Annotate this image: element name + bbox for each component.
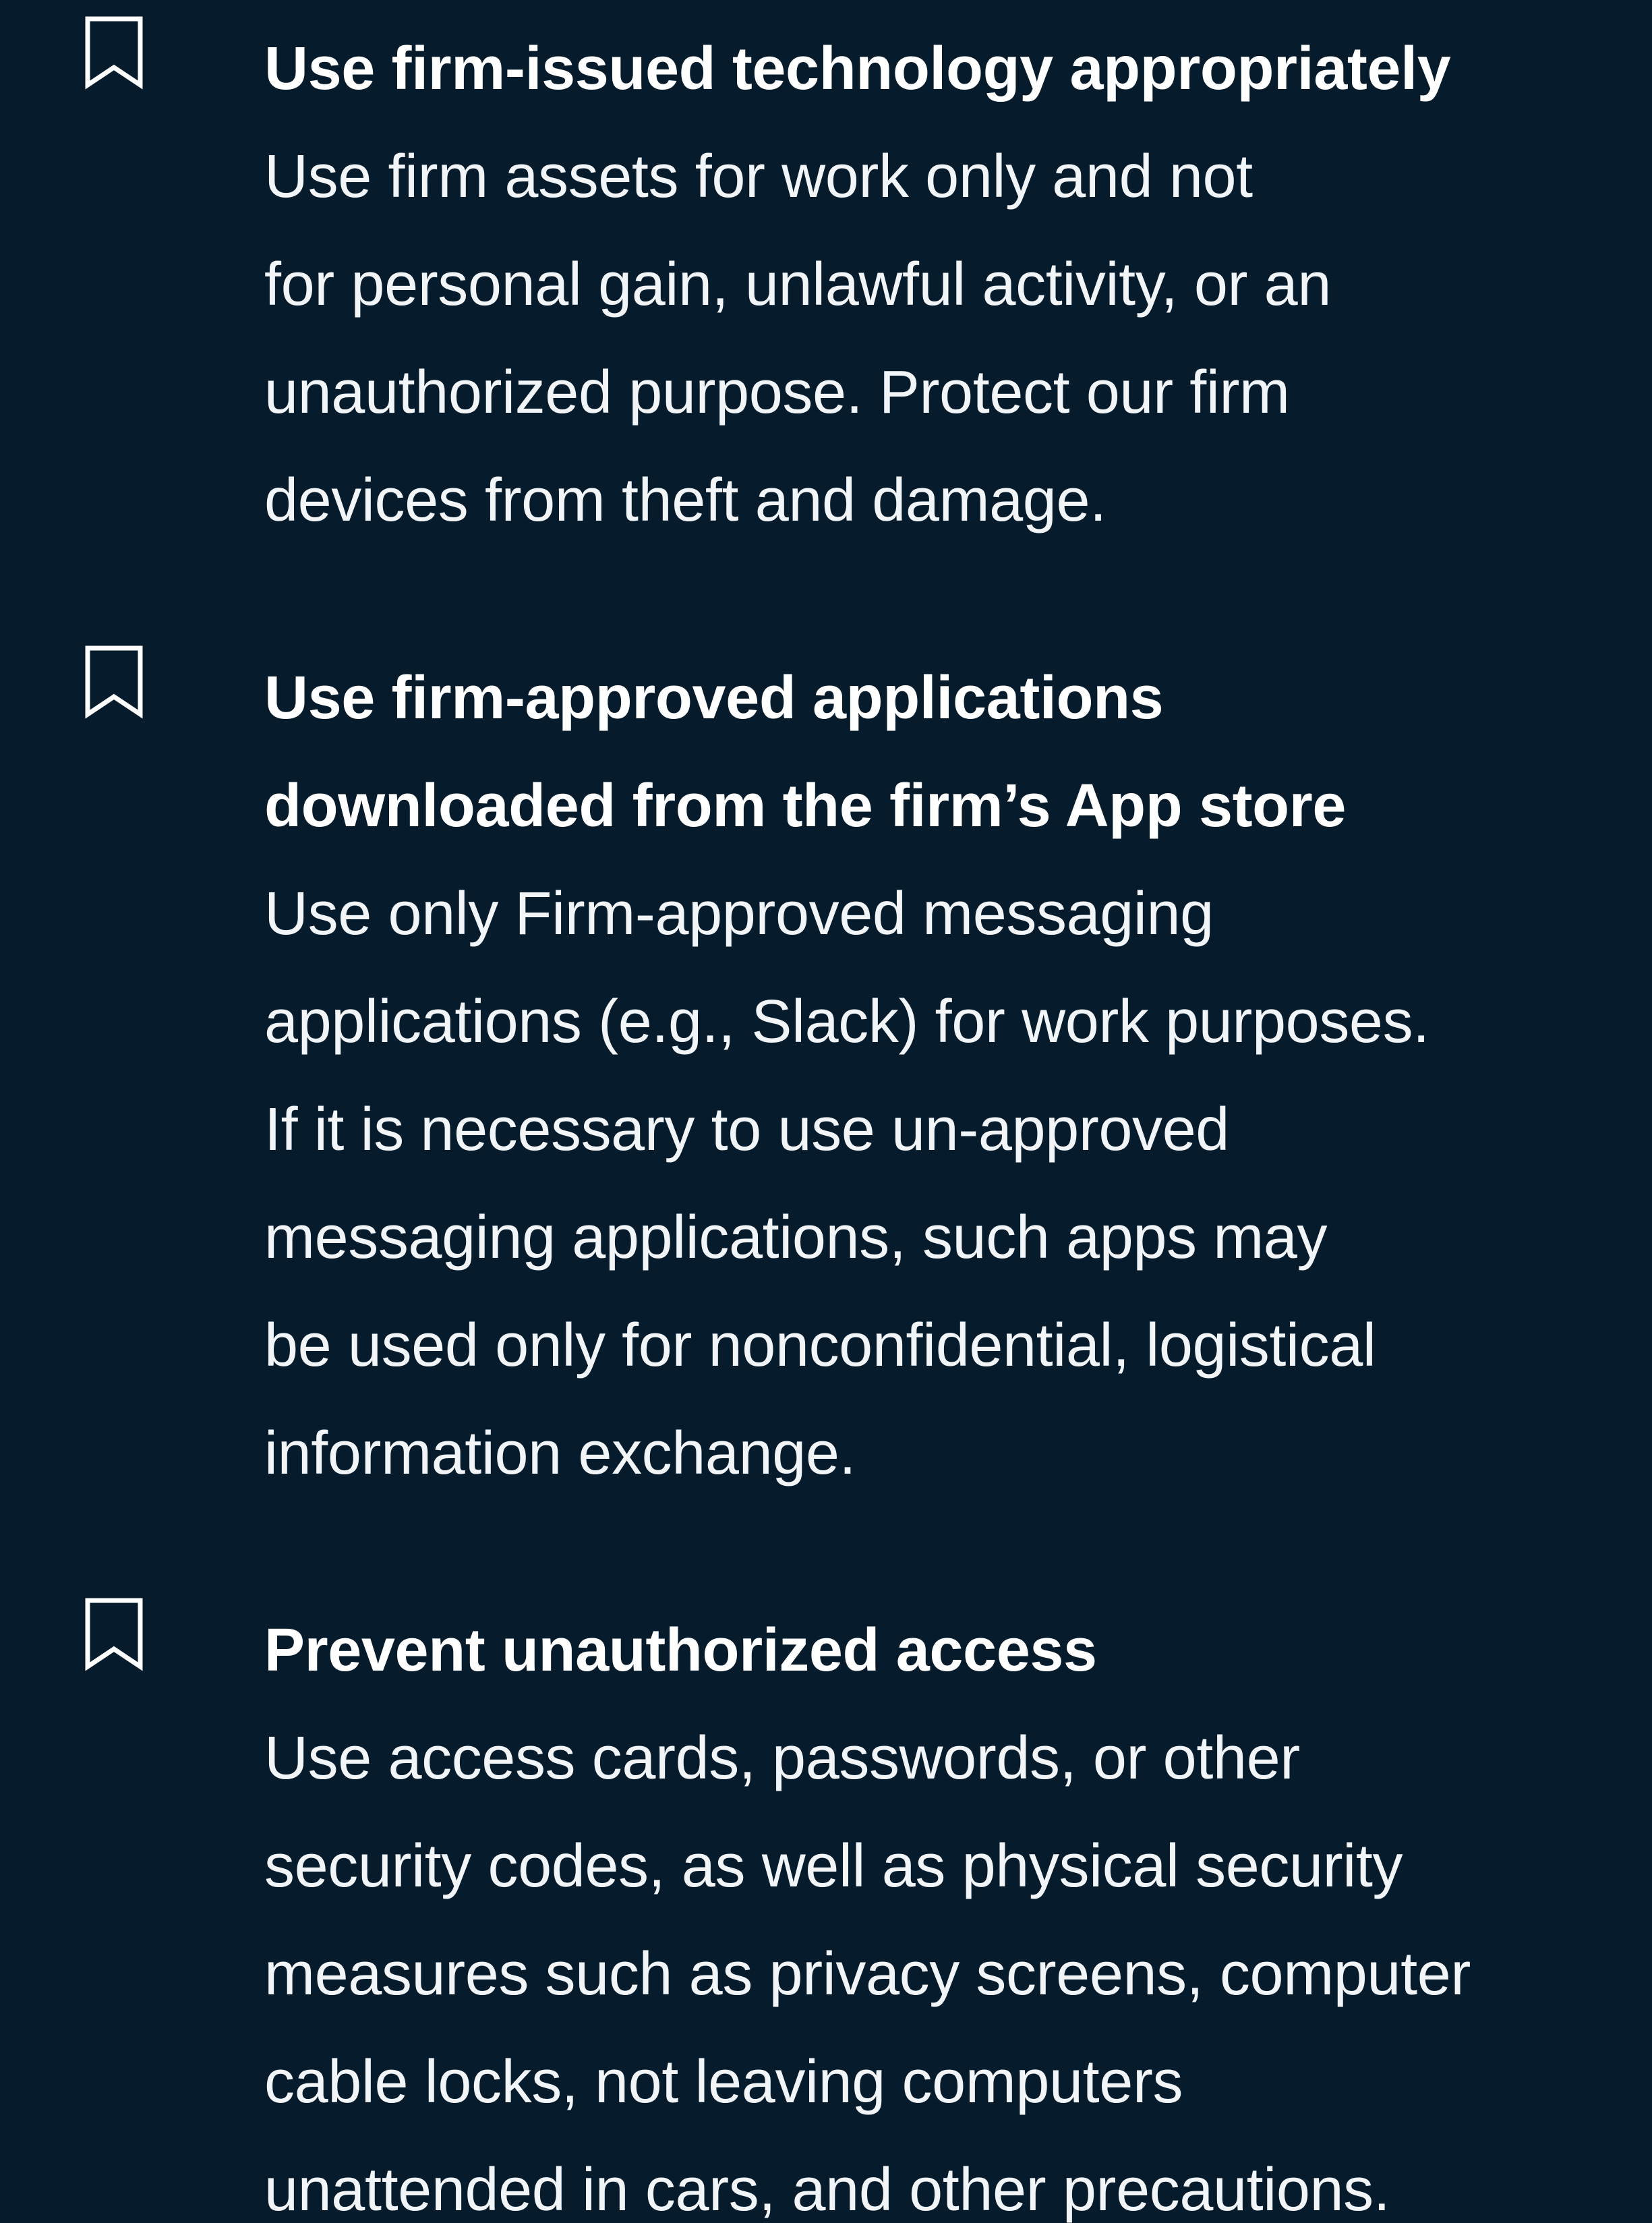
policy-item-text: Use firm-issued technology appropriately… xyxy=(264,15,1620,554)
policy-item-text: Prevent unauthorized access Use access c… xyxy=(264,1596,1620,2223)
policy-body-line: messaging applications, such apps may xyxy=(264,1204,1328,1271)
policy-heading: Use firm-issued technology appropriately xyxy=(264,35,1451,103)
policy-body-line: applications (e.g., Slack) for work purp… xyxy=(264,988,1429,1056)
policy-body-line: Use access cards, passwords, or other xyxy=(264,1725,1300,1792)
policy-body-line: Use firm assets for work only and not xyxy=(264,143,1253,210)
policy-heading: Use firm-approved applications xyxy=(264,664,1164,732)
policy-body-line: be used only for nonconfidential, logist… xyxy=(264,1312,1376,1379)
policy-body-line: devices from theft and damage. xyxy=(264,467,1107,534)
policy-body-line: unauthorized purpose. Protect our firm xyxy=(264,359,1290,426)
policy-item-text: Use firm-approved applications downloade… xyxy=(264,644,1620,1507)
bookmark-icon[interactable] xyxy=(84,15,144,90)
policy-body-line: information exchange. xyxy=(264,1420,856,1487)
policy-body-line: for personal gain, unlawful activity, or… xyxy=(264,251,1331,318)
policy-body-line: security codes, as well as physical secu… xyxy=(264,1832,1403,1900)
policy-list: Use firm-issued technology appropriately… xyxy=(0,0,1652,2223)
policy-body-line: measures such as privacy screens, comput… xyxy=(264,1940,1471,2008)
policy-heading: Prevent unauthorized access xyxy=(264,1617,1097,1684)
bookmark-icon[interactable] xyxy=(84,1596,144,1672)
policy-body-line: unattended in cars, and other precaution… xyxy=(264,2156,1390,2223)
bookmark-icon[interactable] xyxy=(84,644,144,720)
policy-body-line: cable locks, not leaving computers xyxy=(264,2048,1183,2116)
policy-body-line: If it is necessary to use un-approved xyxy=(264,1096,1229,1163)
policy-heading: downloaded from the firm’s App store xyxy=(264,772,1347,840)
policy-body-line: Use only Firm-approved messaging xyxy=(264,880,1214,948)
